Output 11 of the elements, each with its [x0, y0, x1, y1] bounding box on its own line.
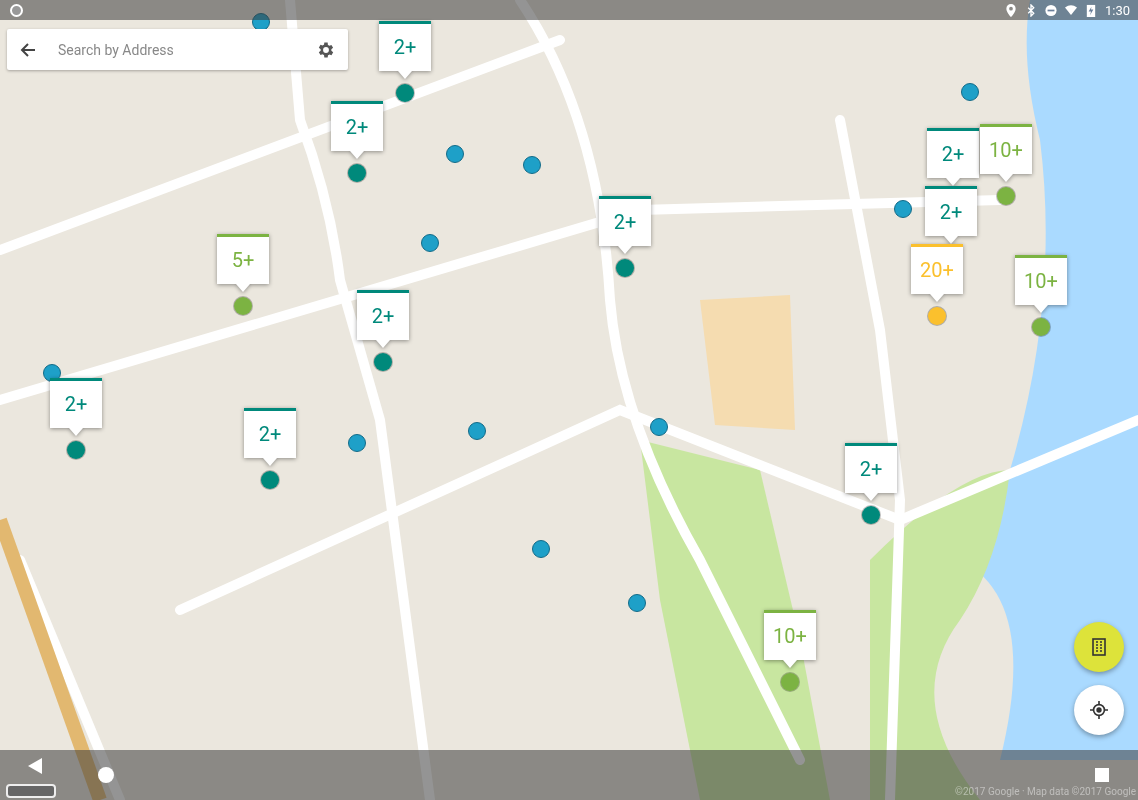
search-bar[interactable]: Search by Address [7, 29, 348, 70]
back-icon[interactable] [28, 758, 42, 774]
do-not-disturb-icon [1044, 3, 1057, 17]
back-arrow-icon[interactable] [20, 41, 36, 58]
clock-time: 1:30 [1104, 2, 1130, 18]
battery-icon [1084, 3, 1097, 17]
building-icon [1090, 638, 1108, 656]
wifi-icon [1064, 3, 1077, 17]
crosshair-icon [1090, 701, 1108, 719]
location-pin-icon [1004, 3, 1017, 17]
search-field[interactable]: Search by Address [56, 40, 296, 59]
